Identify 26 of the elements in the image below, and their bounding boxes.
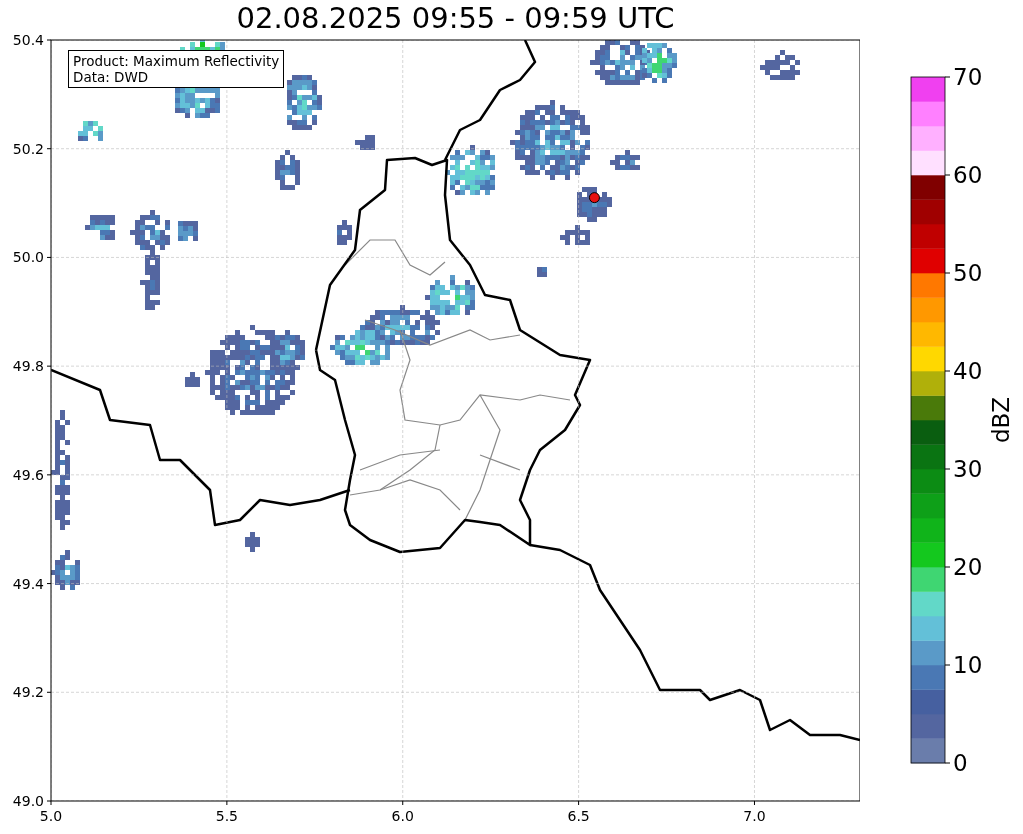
y-tick-label: 50.4 [12,32,44,48]
colorbar-tick-label: 50 [953,260,983,286]
info-text: Data: DWD [73,69,150,85]
x-tick-label: 5.0 [39,808,63,824]
y-tick-label: 49.8 [12,358,44,375]
colorbar-tick-label: 0 [953,750,968,776]
colorbar-label: dBZ [988,396,1014,444]
x-tick-label: 7.0 [743,808,766,824]
colorbar-tick-label: 30 [953,456,983,482]
y-tick-label: 50.0 [12,249,44,266]
y-tick-label: 50.2 [12,140,44,157]
x-tick-label: 6.5 [567,808,590,824]
colorbar-tick-label: 20 [953,554,983,580]
info-text: Product: Maximum Reflectivity [73,53,280,69]
x-tick-label: 6.0 [391,808,414,824]
chart-title: 02.08.2025 09:55 - 09:59 UTC [236,1,675,35]
y-tick-label: 49.2 [12,684,44,701]
y-tick-label: 49.0 [12,793,44,809]
y-tick-label: 49.4 [12,575,44,592]
colorbar-tick-label: 10 [953,652,983,678]
x-tick-label: 5.5 [215,808,238,824]
colorbar-tick-label: 70 [953,64,983,90]
location-marker [588,192,600,204]
colorbar-tick-label: 40 [953,358,983,384]
y-tick-label: 49.6 [12,466,44,483]
colorbar-tick-label: 60 [953,162,983,188]
